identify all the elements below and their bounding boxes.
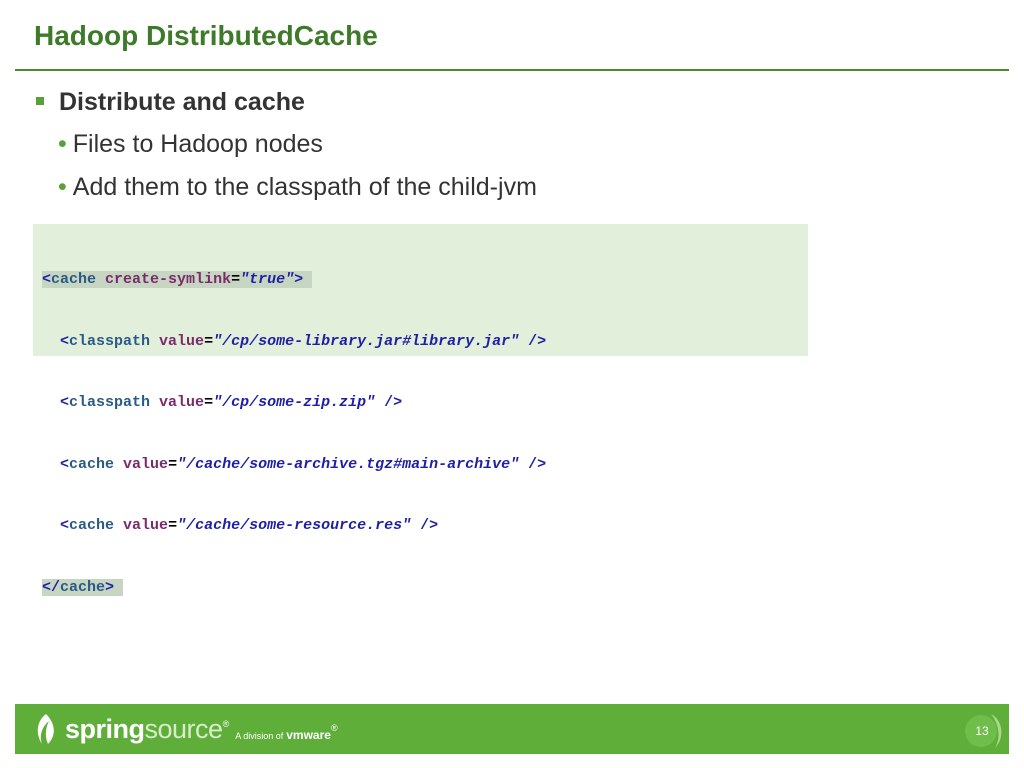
code-equals: = xyxy=(168,517,178,534)
code-attr-name: value xyxy=(159,394,205,411)
springsource-leaf-icon xyxy=(37,714,54,744)
code-tag-highlight: <cache create-symlink="true"> xyxy=(42,271,313,288)
bullet-level2-item: • Files to Hadoop nodes xyxy=(58,130,323,159)
code-attr-name: value xyxy=(159,332,205,350)
square-bullet-icon xyxy=(36,97,44,105)
springsource-logo: spring source ® A division of vmware ® xyxy=(33,713,338,745)
code-attr-name: value xyxy=(123,455,169,473)
bullet-level1: Distribute and cache xyxy=(36,88,305,117)
title-divider xyxy=(15,69,1009,71)
code-punct: > xyxy=(294,271,304,288)
code-punct: /> xyxy=(519,455,547,473)
code-attr-value: "true" xyxy=(240,271,295,288)
code-punct: > xyxy=(105,578,115,596)
code-tag-name: classpath xyxy=(69,394,151,411)
code-line: <cache value="/cache/some-archive.tgz#ma… xyxy=(42,455,546,476)
bullet-level2-item: • Add them to the classpath of the child… xyxy=(58,173,537,202)
code-tag-highlight: </cache> xyxy=(42,578,124,596)
code-line: </cache> xyxy=(42,578,546,599)
code-equals: = xyxy=(168,455,178,473)
code-punct: </ xyxy=(42,578,61,596)
code-attr-name: create-symlink xyxy=(105,271,232,288)
bullet-dot-icon: • xyxy=(58,130,67,158)
code-tag-name: cache xyxy=(69,517,115,534)
bullet-level1-text: Distribute and cache xyxy=(59,88,305,116)
code-attr-value: "/cp/some-library.jar#library.jar" xyxy=(213,332,520,350)
slide-title: Hadoop DistributedCache xyxy=(34,20,378,51)
bullet-level2-text: Files to Hadoop nodes xyxy=(72,130,323,158)
code-attr-value: "/cp/some-zip.zip" xyxy=(213,394,376,411)
code-attr-value: "/cache/some-archive.tgz#main-archive" xyxy=(177,455,520,473)
brand-source-text: source xyxy=(144,713,224,744)
code-attr-name: value xyxy=(123,517,169,534)
code-equals: = xyxy=(231,271,241,288)
code-listing: <cache create-symlink="true"> <classpath… xyxy=(42,229,546,619)
code-punct: < xyxy=(42,517,70,534)
bullet-dot-icon: • xyxy=(58,173,67,201)
bullet-level2-text: Add them to the classpath of the child-j… xyxy=(72,173,537,201)
code-punct: < xyxy=(42,455,70,473)
code-tag-name: cache xyxy=(60,578,106,596)
code-punct: /> xyxy=(375,394,403,411)
code-tag-name: cache xyxy=(69,455,115,473)
page-number: 13 xyxy=(975,724,989,738)
code-tag-name: classpath xyxy=(69,332,151,350)
division-text: A division of xyxy=(235,731,284,741)
code-tag-name: cache xyxy=(51,271,97,288)
code-punct: < xyxy=(42,394,70,411)
code-punct: /> xyxy=(411,517,439,534)
code-equals: = xyxy=(204,332,214,350)
code-line: <cache value="/cache/some-resource.res" … xyxy=(42,516,546,537)
code-line: <classpath value="/cp/some-zip.zip" /> xyxy=(42,393,546,414)
brand-spring-text: spring xyxy=(65,713,145,744)
code-attr-value: "/cache/some-resource.res" xyxy=(177,517,412,534)
registered-mark: ® xyxy=(222,719,230,729)
code-line: <classpath value="/cp/some-library.jar#l… xyxy=(42,332,546,353)
registered-mark: ® xyxy=(330,723,338,733)
code-equals: = xyxy=(204,394,214,411)
code-punct: < xyxy=(42,332,70,350)
vmware-logo-text: vmware xyxy=(286,727,331,742)
code-line: <cache create-symlink="true"> xyxy=(42,270,546,291)
code-punct: < xyxy=(42,271,52,288)
code-punct: /> xyxy=(519,332,547,350)
